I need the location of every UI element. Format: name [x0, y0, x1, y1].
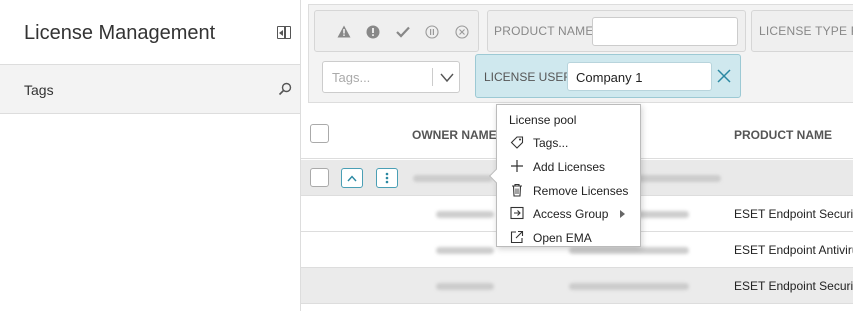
- pause-icon[interactable]: [424, 24, 439, 39]
- check-icon[interactable]: [395, 24, 410, 39]
- tags-placeholder: Tags...: [332, 70, 371, 85]
- menu-item-label: Tags...: [533, 136, 569, 150]
- blurred-email: [569, 283, 689, 290]
- row-checkbox[interactable]: [310, 168, 329, 187]
- license-user-input[interactable]: Company 1: [567, 62, 712, 91]
- table-row[interactable]: ESET Endpoint Security: [301, 268, 853, 304]
- collapse-sidebar-icon[interactable]: [277, 26, 291, 39]
- menu-item-label: Access Group: [533, 207, 609, 221]
- product-cell: ESET Endpoint Security: [734, 279, 853, 293]
- menu-item-label: Add Licenses: [533, 160, 606, 174]
- menu-item-tags[interactable]: Tags...: [497, 131, 640, 154]
- blurred-owner: [436, 247, 494, 254]
- product-cell: ESET Endpoint Antivirus: [734, 243, 853, 257]
- app-root: License Management Tags PRODUCT NAME LIC…: [0, 0, 853, 311]
- product-name-input[interactable]: [592, 17, 738, 46]
- collapse-row-button[interactable]: [341, 168, 363, 188]
- sidebar: License Management Tags: [0, 0, 301, 311]
- tags-select[interactable]: Tags...: [322, 61, 460, 93]
- menu-item-access-group[interactable]: Access Group: [497, 202, 640, 225]
- chevron-down-icon[interactable]: [439, 70, 455, 84]
- license-user-filter-label: LICENSE USER: [484, 70, 573, 84]
- page-title: License Management: [24, 22, 216, 44]
- product-cell: ESET Endpoint Security: [734, 207, 853, 221]
- error-icon[interactable]: [365, 24, 380, 39]
- filter-panel: PRODUCT NAME LICENSE TYPE FLA Tags... LI…: [308, 4, 853, 103]
- blurred-owner: [413, 175, 493, 182]
- menu-item-label: Remove Licenses: [533, 184, 629, 198]
- select-divider: [432, 68, 433, 86]
- external-link-icon: [510, 230, 524, 244]
- access-group-icon: [510, 206, 524, 220]
- search-icon[interactable]: [278, 82, 292, 96]
- blurred-owner: [436, 283, 494, 290]
- blurred-owner: [436, 211, 494, 218]
- select-all-checkbox[interactable]: [310, 124, 329, 143]
- license-type-filter[interactable]: LICENSE TYPE FLA: [751, 10, 853, 52]
- warning-icon[interactable]: [336, 24, 351, 39]
- submenu-arrow-icon: [620, 210, 625, 218]
- plus-icon: [511, 160, 523, 172]
- context-menu: License pool Tags... Add Licenses Remove…: [488, 104, 641, 249]
- tags-label: Tags: [24, 82, 54, 98]
- tags-section[interactable]: Tags: [0, 64, 300, 114]
- trash-icon: [512, 183, 522, 197]
- menu-item-label: Open EMA: [533, 231, 592, 245]
- product-name-header[interactable]: PRODUCT NAME: [734, 128, 832, 142]
- tag-icon: [510, 136, 524, 149]
- license-type-filter-label: LICENSE TYPE FLA: [759, 24, 853, 38]
- cancel-icon[interactable]: [454, 24, 469, 39]
- close-icon[interactable]: [716, 68, 732, 84]
- product-name-filter-label: PRODUCT NAME: [494, 24, 594, 38]
- status-filter: [314, 10, 479, 52]
- row-menu-button[interactable]: [376, 168, 398, 188]
- license-user-filter: LICENSE USER Company 1: [475, 54, 741, 98]
- menu-item-remove-licenses[interactable]: Remove Licenses: [497, 179, 640, 202]
- owner-name-header[interactable]: OWNER NAME: [412, 128, 497, 142]
- menu-item-add-licenses[interactable]: Add Licenses: [497, 155, 640, 178]
- license-user-value: Company 1: [576, 70, 643, 85]
- product-name-filter: PRODUCT NAME: [487, 10, 746, 52]
- context-menu-title: License pool: [509, 113, 577, 127]
- menu-item-open-ema[interactable]: Open EMA: [497, 226, 640, 249]
